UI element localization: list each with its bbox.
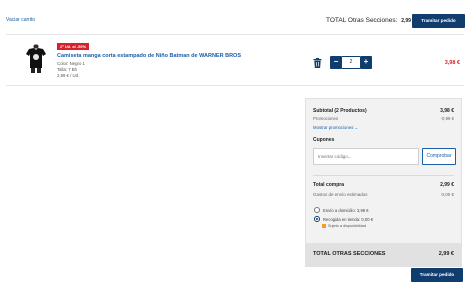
promotions-value: -0,99 € <box>440 116 454 121</box>
total-label: Total compra <box>313 182 345 188</box>
total-value: 2,99 € <box>440 182 454 188</box>
chevron-down-icon: ⌄ <box>354 125 359 130</box>
divider <box>313 175 454 176</box>
order-summary-panel: Subtotal (2 Productos) 3,98 € Promocione… <box>305 98 462 267</box>
product-unit-price: 2,99 € / Ud. <box>57 73 80 78</box>
delivery-option-home[interactable]: Envío a domicilio: 3,99 € <box>314 207 369 213</box>
product-size: Talla: 7 Bh <box>57 67 78 72</box>
checkout-button-top[interactable]: Tramitar pedido <box>412 14 465 28</box>
shipping-value: 0,00 € <box>441 192 454 197</box>
sections-total-label: TOTAL OTRAS SECCIONES <box>313 251 386 257</box>
trash-icon[interactable] <box>313 58 322 68</box>
show-promotions-label: Mostrar promociones <box>313 125 354 130</box>
delivery-option-label: Envío a domicilio: 3,99 € <box>323 207 369 213</box>
sections-total-bar: TOTAL OTRAS SECCIONES 2,99 € <box>306 243 461 267</box>
delivery-option-label: Recogida en tienda: 0,00 € <box>323 216 374 222</box>
show-promotions-link[interactable]: Mostrar promociones ⌄ <box>313 125 358 131</box>
delivery-option-store[interactable]: Recogida en tienda: 0,00 € <box>314 216 373 222</box>
product-color: Color: Negro 1 <box>57 61 85 66</box>
radio-button-selected[interactable] <box>314 216 320 222</box>
shipping-label: Gastos de envío estimados <box>313 192 368 197</box>
cart-page: Vaciar carrito TOTAL Otras Secciones: 2,… <box>0 0 475 293</box>
tshirt-icon[interactable] <box>25 44 47 74</box>
availability-text: Sujeto a disponibilidad <box>328 224 366 228</box>
divider <box>6 85 464 86</box>
total-row: Total compra 2,99 € <box>313 182 454 188</box>
product-price: 3,98 € <box>444 60 460 66</box>
subtotal-value: 3,98 € <box>440 108 454 114</box>
coupon-input[interactable] <box>313 148 419 165</box>
divider <box>6 34 464 35</box>
product-title-link[interactable]: Camiseta manga corta estampado de Niño B… <box>57 53 241 59</box>
sections-total-value: 2,99 € <box>438 251 454 257</box>
quantity-increase-button[interactable]: + <box>360 56 372 69</box>
empty-cart-link[interactable]: Vaciar carrito <box>6 17 35 23</box>
promotions-label: Promociones <box>313 116 339 121</box>
shipping-row: Gastos de envío estimados 0,00 € <box>313 192 454 197</box>
radio-button[interactable] <box>314 207 320 213</box>
promotions-row: Promociones -0,99 € <box>313 116 454 121</box>
coupons-title: Cupones <box>313 137 335 143</box>
header-total-label: TOTAL Otras Secciones: <box>326 17 398 24</box>
checkout-button-bottom[interactable]: Tramitar pedido <box>411 268 463 282</box>
subtotal-row: Subtotal (2 Productos) 3,98 € <box>313 108 454 114</box>
promo-badge: 2ª Ud. al -50% <box>57 43 90 50</box>
header-total: TOTAL Otras Secciones: 2,99 € <box>326 17 415 24</box>
quantity-field[interactable]: 2 <box>342 56 360 69</box>
apply-coupon-button[interactable]: Comprobar <box>422 148 456 165</box>
availability-note: Sujeto a disponibilidad <box>322 224 366 228</box>
quantity-decrease-button[interactable]: − <box>330 56 342 69</box>
subtotal-label: Subtotal (2 Productos) <box>313 108 367 114</box>
warning-icon <box>322 224 326 228</box>
